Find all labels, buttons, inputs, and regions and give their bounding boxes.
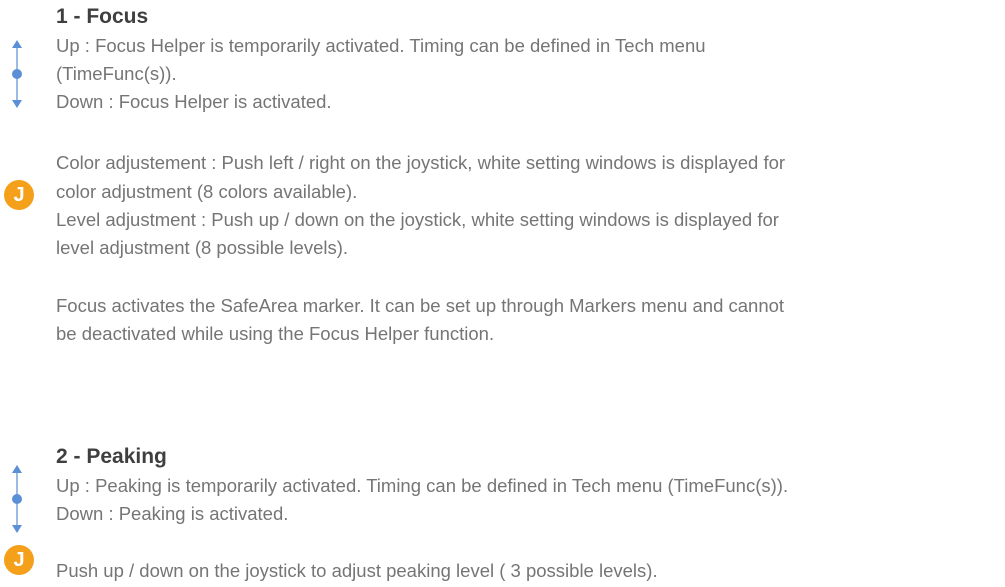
joystick-description: Push up / down on the joystick to adjust… [56,560,658,581]
up-down-arrow-icon [12,465,22,533]
up-description-line-1: Up : Focus Helper is temporarily activat… [56,35,706,56]
up-down-arrow-icon [12,40,22,108]
safearea-note-line-2: be deactivated while using the Focus Hel… [56,323,495,344]
manual-page: 1 - Focus Up : Focus Helper is temporari… [0,0,1005,587]
level-adjustment-line-2: level adjustment (8 possible levels). [56,237,349,258]
section-title: 2 - Peaking [56,445,167,468]
down-description: Down : Focus Helper is activated. [56,91,332,112]
joystick-icon: J [4,180,34,210]
level-adjustment-line-1: Level adjustment : Push up / down on the… [56,209,779,230]
color-adjustment-line-2: color adjustment (8 colors available). [56,181,358,202]
section-title: 1 - Focus [56,5,149,28]
up-description-line-2: (TimeFunc(s)). [56,63,177,84]
color-adjustment-line-1: Color adjustement : Push left / right on… [56,152,786,173]
joystick-icon: J [4,545,34,575]
down-description: Down : Peaking is activated. [56,503,289,524]
up-description: Up : Peaking is temporarily activated. T… [56,475,789,496]
safearea-note-line-1: Focus activates the SafeArea marker. It … [56,295,785,316]
